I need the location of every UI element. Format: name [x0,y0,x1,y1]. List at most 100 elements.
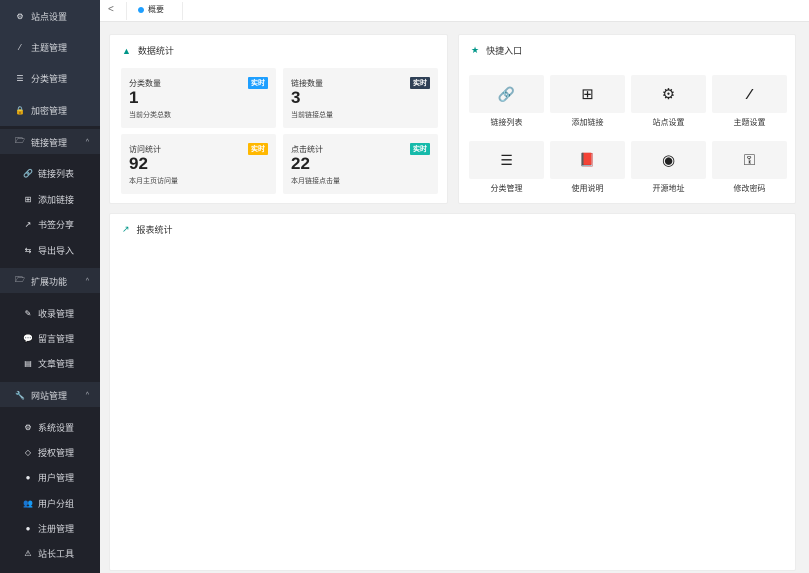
sidebar-item-label: 添加链接 [38,194,75,205]
wrench-icon: 🔧 [15,390,25,400]
plus-square-icon: ⊞ [24,194,32,204]
sidebar-item-label: 系统设置 [38,422,75,433]
quick-label[interactable]: 开源地址 [631,183,706,194]
sidebar-item-import-export[interactable]: ⇆ 导出导入 [0,240,100,260]
sidebar-group-links[interactable]: 🗁 链接管理 ^ [0,132,100,152]
stat-category-count: 分类数量 实时 1 当前分类总数 [121,68,276,128]
tab-overview[interactable]: 概要 [138,4,164,15]
cogs-icon: ⚙ [24,422,32,432]
divider [126,2,127,20]
stats-card-title: 数据统计 [137,46,174,56]
sidebar-item-label: 站点设置 [31,11,68,22]
wand-icon: ⁄ [19,42,21,52]
github-icon: ◉ [661,152,676,169]
sidebar-group-label: 网站管理 [31,390,68,401]
gear-icon: ⚙ [661,86,676,103]
quick-label[interactable]: 分类管理 [469,183,544,194]
sidebar-item-label: 分类管理 [31,73,68,84]
quick-card-title: 快捷入口 [486,46,523,56]
quick-label[interactable]: 主题设置 [712,117,787,128]
line-chart-icon: ↗ [122,224,130,234]
card-title: ★ 快捷入口 [471,44,522,57]
chevron-up-icon: ^ [85,277,89,285]
sidebar-item-users[interactable]: ● 用户管理 [0,467,100,487]
quick-docs[interactable]: 📕 [550,141,625,179]
sidebar-item-user-groups[interactable]: 👥 用户分组 [0,493,100,513]
sidebar-item-label: 加密管理 [31,105,68,116]
divider [182,2,183,20]
sidebar-item-system-settings[interactable]: ⚙ 系统设置 [0,417,100,437]
warning-icon: ⚠ [24,548,32,558]
sidebar-item-site-settings[interactable]: ⚙ 站点设置 [0,6,100,26]
realtime-badge: 实时 [410,77,430,89]
sidebar-item-bookmark-share[interactable]: ↗ 书签分享 [0,214,100,234]
sidebar-item-link-list[interactable]: 🔗 链接列表 [0,163,100,183]
sidebar-group-extensions[interactable]: 🗁 扩展功能 ^ [0,271,100,291]
quick-label[interactable]: 修改密码 [712,183,787,194]
stat-visits: 访问统计 实时 92 本月主页访问量 [121,134,276,194]
sidebar-item-encrypt[interactable]: 🔒 加密管理 [0,100,100,120]
sidebar-item-articles[interactable]: ▤ 文章管理 [0,353,100,373]
sidebar-item-messages[interactable]: 💬 留言管理 [0,328,100,348]
quick-link-list[interactable]: 🔗 [469,75,544,113]
stat-value: 3 [291,88,301,107]
quick-add-link[interactable]: ⊞ [550,75,625,113]
book-icon: 📕 [579,152,596,167]
stat-desc: 当前分类总数 [129,112,171,119]
chevron-left-icon[interactable]: < [108,4,114,15]
chevron-up-icon: ^ [85,391,89,399]
quick-change-password[interactable]: ⚿ [712,141,787,179]
stat-link-count: 链接数量 实时 3 当前链接总量 [283,68,438,128]
top-tab-bar: < 概要 [100,0,809,22]
quick-source[interactable]: ◉ [631,141,706,179]
sidebar-item-webmaster-tools[interactable]: ⚠ 站长工具 [0,543,100,563]
sidebar-item-label: 站长工具 [38,548,75,559]
sidebar-group-label: 扩展功能 [31,276,68,287]
sidebar-item-label: 用户分组 [38,498,75,509]
card-title: ↗ 报表统计 [122,223,173,236]
quick-site-settings[interactable]: ⚙ [631,75,706,113]
file-text-icon: ▤ [24,358,32,368]
quick-label[interactable]: 添加链接 [550,117,625,128]
sidebar-item-label: 主题管理 [31,42,68,53]
sidebar-item-label: 用户管理 [38,472,75,483]
active-dot-icon [138,6,144,13]
sidebar-group-site[interactable]: 🔧 网站管理 ^ [0,385,100,405]
list-icon: ☰ [16,73,24,83]
sidebar-item-label: 授权管理 [38,447,75,458]
sidebar-item-license[interactable]: ◇ 授权管理 [0,442,100,462]
folder-open-icon: 🗁 [15,275,25,284]
sidebar-item-add-link[interactable]: ⊞ 添加链接 [0,189,100,209]
sidebar-item-submissions[interactable]: ✎ 收录管理 [0,303,100,323]
quick-theme-settings[interactable]: ⁄ [712,75,787,113]
sidebar-item-label: 链接列表 [38,168,75,179]
comment-icon: 💬 [23,333,33,343]
stat-clicks: 点击统计 实时 22 本月链接点击量 [283,134,438,194]
pencil-icon: ✎ [24,308,32,318]
sidebar-item-label: 收录管理 [38,308,75,319]
quick-label[interactable]: 站点设置 [631,117,706,128]
user-plus-icon: ● [25,523,31,533]
quick-label[interactable]: 使用说明 [550,183,625,194]
sidebar-item-theme[interactable]: ⁄ 主题管理 [0,37,100,57]
realtime-badge: 实时 [248,143,268,155]
sidebar-item-category[interactable]: ☰ 分类管理 [0,68,100,88]
report-card-title: 报表统计 [136,225,173,235]
tab-label: 概要 [148,5,164,14]
warning-icon: ▲ [122,45,131,56]
user-icon: ● [25,472,31,482]
quick-category[interactable]: ☰ [469,141,544,179]
sidebar-group-label: 链接管理 [31,137,68,148]
chevron-up-icon: ^ [85,138,89,146]
sidebar-item-registration[interactable]: ● 注册管理 [0,518,100,538]
realtime-badge: 实时 [248,77,268,89]
sidebar-item-label: 书签分享 [38,219,75,230]
sidebar-item-label: 注册管理 [38,523,75,534]
retweet-icon: ⇆ [24,245,32,255]
lock-icon: 🔒 [15,105,25,115]
gear-icon: ⚙ [16,11,24,21]
plus-square-icon: ⊞ [581,86,594,103]
quick-label[interactable]: 链接列表 [469,117,544,128]
link-icon: 🔗 [23,168,33,178]
sidebar-item-label: 导出导入 [38,245,75,256]
